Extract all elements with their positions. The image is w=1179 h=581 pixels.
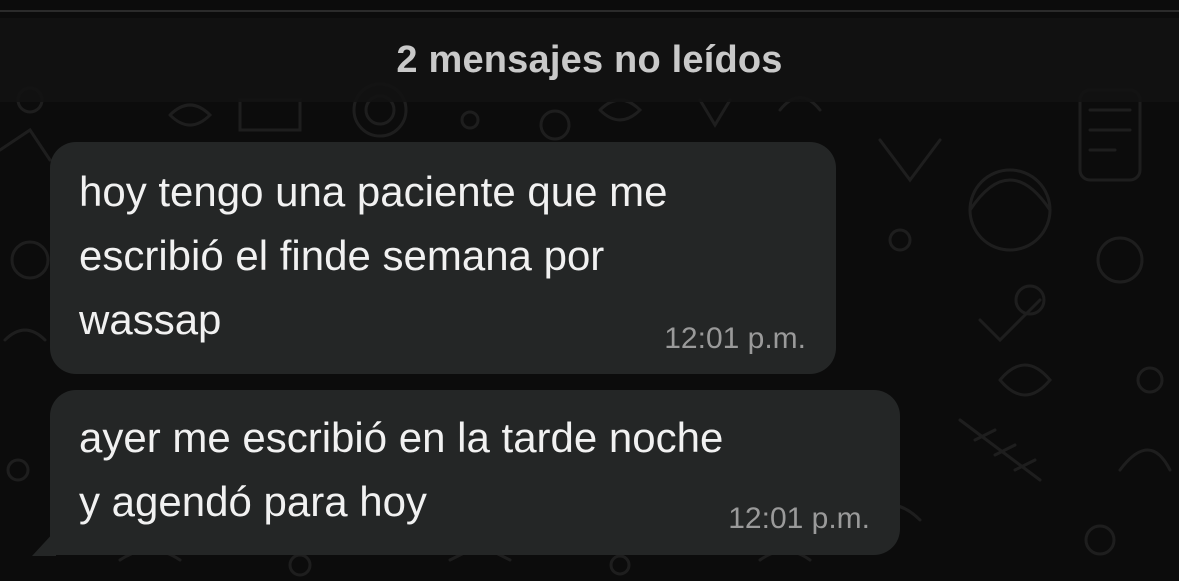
incoming-message-bubble[interactable]: ayer me escribió en la tarde noche y age… xyxy=(50,390,900,555)
bubble-tail xyxy=(32,530,56,556)
top-divider xyxy=(0,10,1179,12)
message-timestamp: 12:01 p.m. xyxy=(728,502,870,535)
message-timestamp: 12:01 p.m. xyxy=(664,322,806,355)
unread-messages-label: 2 mensajes no leídos xyxy=(396,38,783,81)
unread-messages-banner: 2 mensajes no leídos xyxy=(0,18,1179,102)
incoming-message-bubble[interactable]: hoy tengo una paciente que me escribió e… xyxy=(50,142,836,374)
